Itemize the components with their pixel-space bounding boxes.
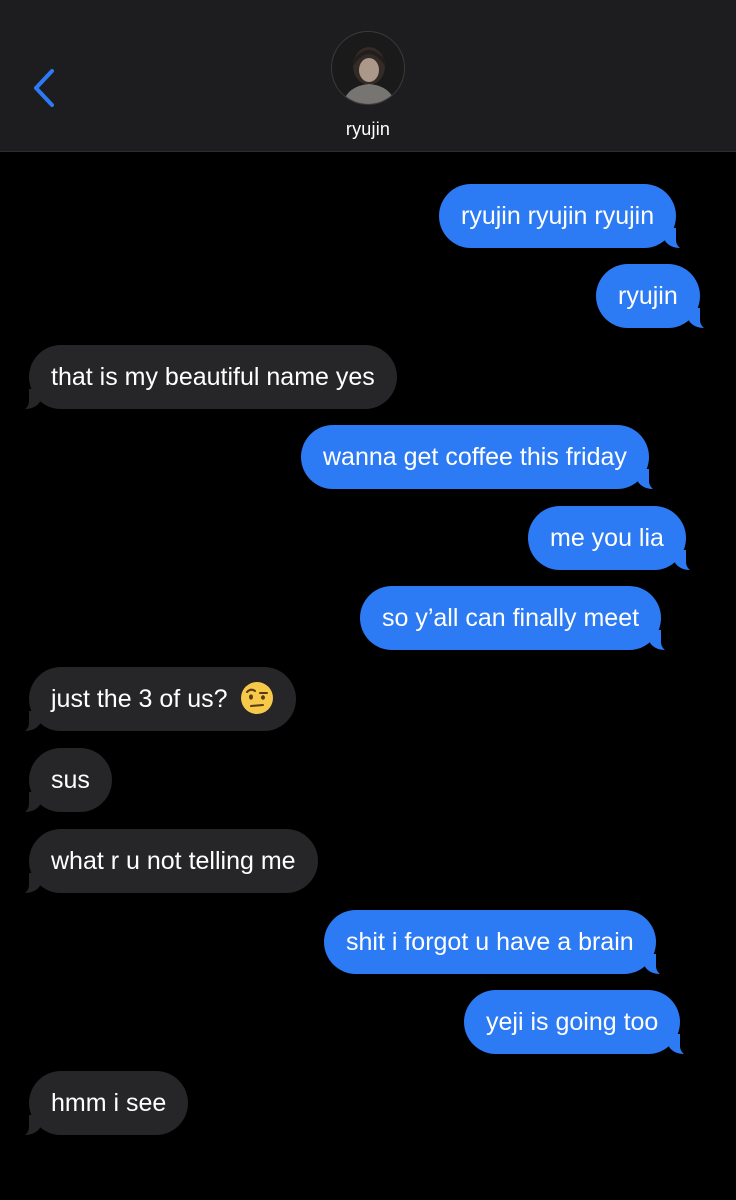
avatar-photo bbox=[332, 32, 404, 104]
message-received[interactable]: hmm i see bbox=[2, 1071, 189, 1137]
message-text: wanna get coffee this friday bbox=[323, 443, 627, 471]
message-sent[interactable]: ryujin bbox=[596, 264, 726, 330]
messages-screen: ryujin ryujin ryujin ryujin ryujin that … bbox=[0, 0, 736, 1200]
message-text: hmm i see bbox=[51, 1089, 167, 1117]
message-text: me you lia bbox=[550, 524, 664, 552]
contact-name[interactable]: ryujin bbox=[0, 119, 736, 140]
message-sent[interactable]: me you lia bbox=[528, 506, 712, 572]
message-received[interactable]: what r u not telling me bbox=[3, 829, 318, 895]
message-sent[interactable]: yeji is going too bbox=[464, 990, 707, 1056]
chevron-left-icon bbox=[34, 69, 54, 107]
message-text: so y’all can finally meet bbox=[382, 604, 640, 632]
contact-avatar[interactable] bbox=[331, 31, 405, 105]
message-text: sus bbox=[51, 766, 90, 794]
back-button[interactable] bbox=[22, 62, 66, 114]
message-text: what r u not telling me bbox=[51, 847, 296, 875]
message-text: just the 3 of us? bbox=[51, 685, 228, 713]
raised-eyebrow-emoji-icon bbox=[241, 682, 274, 715]
message-text: shit i forgot u have a brain bbox=[346, 928, 634, 956]
message-sent[interactable]: wanna get coffee this friday bbox=[301, 425, 675, 491]
message-text: ryujin bbox=[618, 282, 678, 310]
message-received[interactable]: sus bbox=[3, 748, 112, 814]
message-text: ryujin ryujin ryujin bbox=[461, 202, 655, 230]
conversation-header: ryujin bbox=[0, 0, 736, 152]
message-text: that is my beautiful name yes bbox=[51, 363, 375, 391]
message-text: yeji is going too bbox=[486, 1008, 659, 1036]
message-received[interactable]: that is my beautiful name yes bbox=[3, 345, 397, 411]
message-sent[interactable]: shit i forgot u have a brain bbox=[324, 910, 682, 976]
message-sent[interactable]: so y’all can finally meet bbox=[360, 586, 688, 652]
message-received[interactable]: just the 3 of us? bbox=[2, 667, 297, 733]
message-sent[interactable]: ryujin ryujin ryujin bbox=[439, 184, 703, 250]
